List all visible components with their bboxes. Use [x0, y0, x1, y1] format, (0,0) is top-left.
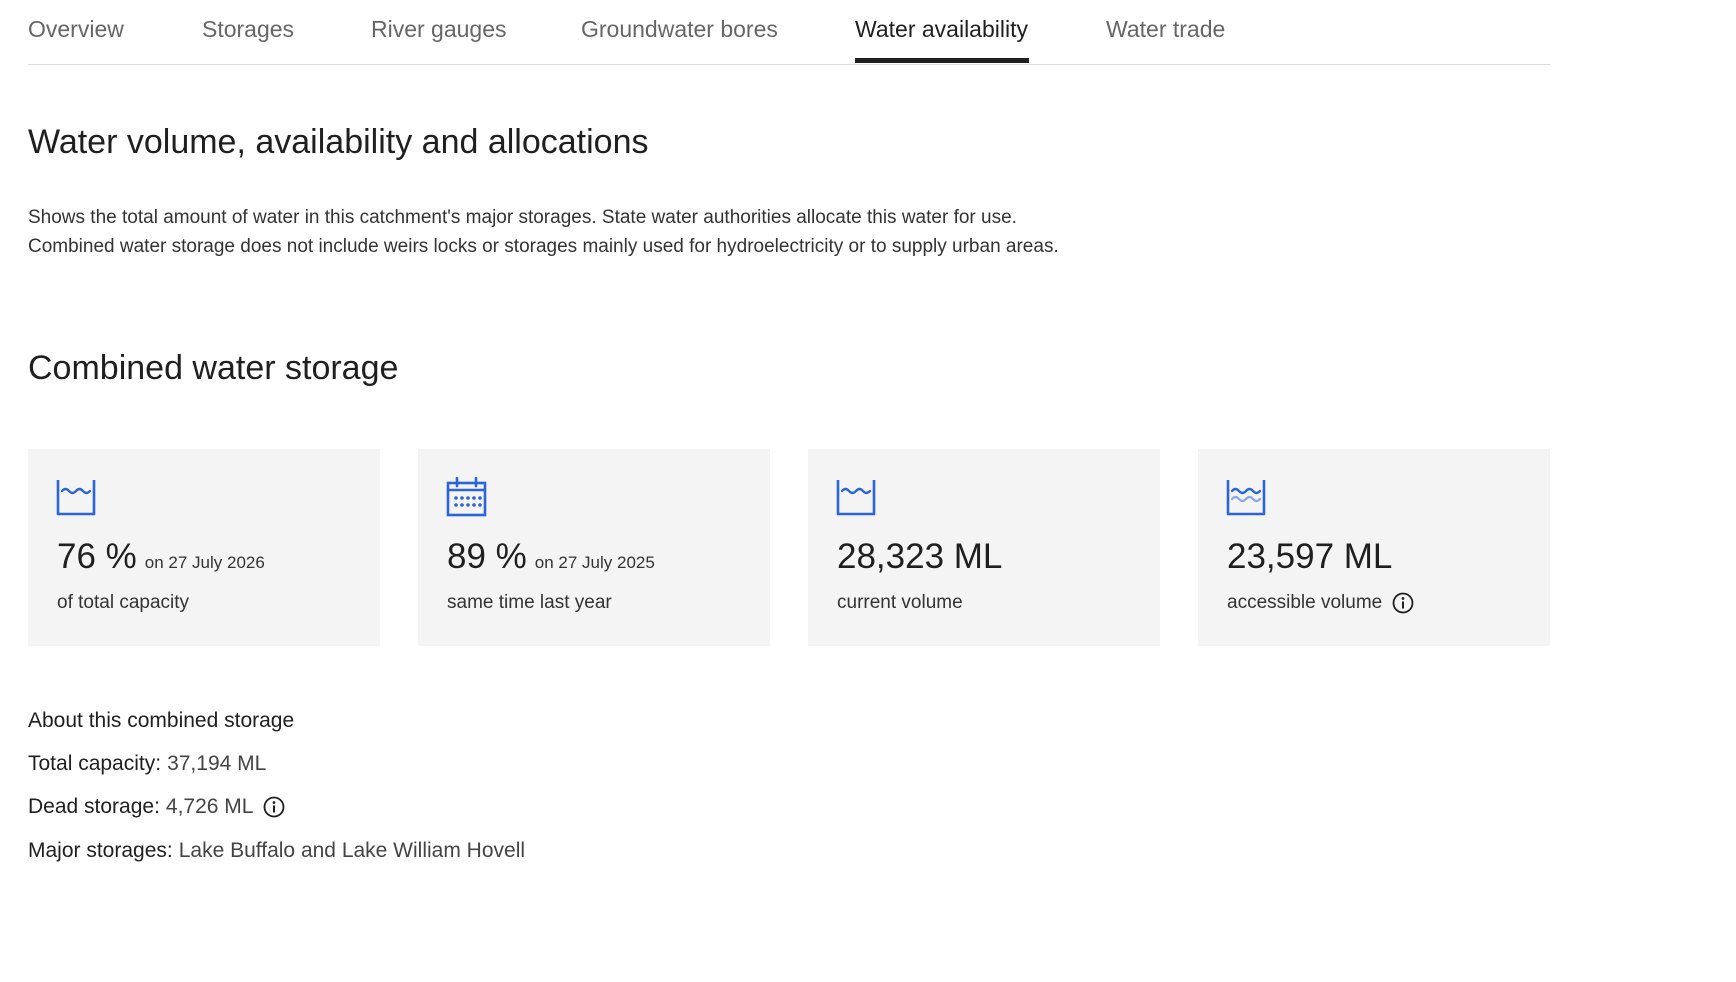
dead-storage-label: Dead storage:	[28, 795, 160, 818]
tab-storages[interactable]: Storages	[202, 16, 294, 43]
major-storages-value: Lake Buffalo and Lake William Hovell	[178, 839, 526, 862]
tab-river-gauges[interactable]: River gauges	[371, 16, 507, 43]
last-year-card: 89 % on 27 July 2025 same time last year	[418, 449, 770, 646]
active-tab-indicator	[855, 58, 1029, 63]
major-storages-row: Major storages: Lake Buffalo and Lake Wi…	[28, 839, 525, 863]
tab-overview[interactable]: Overview	[28, 16, 124, 43]
last-year-caption: same time last year	[447, 592, 612, 613]
water-tank-icon	[56, 480, 96, 516]
major-storages-label: Major storages:	[28, 839, 173, 862]
current-volume-caption: current volume	[837, 592, 963, 613]
capacity-caption: of total capacity	[57, 592, 190, 613]
capacity-value-row: 76 % on 27 July 2026	[57, 537, 265, 577]
tab-groundwater-bores[interactable]: Groundwater bores	[581, 16, 778, 43]
intro-text: Shows the total amount of water in this …	[28, 207, 1059, 257]
capacity-card: 76 % on 27 July 2026 of total capacity	[28, 449, 380, 646]
capacity-percent: 76 %	[57, 537, 137, 576]
page-title: Water volume, availability and allocatio…	[28, 123, 649, 161]
total-capacity-row: Total capacity: 37,194 ML	[28, 752, 266, 776]
info-icon[interactable]	[263, 796, 285, 818]
last-year-date: on 27 July 2025	[534, 553, 655, 572]
tab-water-trade[interactable]: Water trade	[1106, 16, 1225, 43]
about-title: About this combined storage	[28, 709, 295, 732]
dead-storage-value: 4,726 ML	[165, 795, 254, 818]
tab-water-availability[interactable]: Water availability	[855, 16, 1028, 43]
accessible-volume-card: 23,597 ML accessible volume	[1198, 449, 1550, 646]
current-volume-card: 28,323 ML current volume	[808, 449, 1160, 646]
accessible-volume-value-row: 23,597 ML	[1227, 537, 1392, 577]
accessible-volume-value: 23,597 ML	[1227, 537, 1393, 576]
tab-bar: Overview Storages River gauges Groundwat…	[28, 0, 1550, 65]
info-icon[interactable]	[1392, 592, 1414, 614]
current-volume-value: 28,323 ML	[837, 537, 1003, 576]
water-tank-icon	[836, 480, 876, 516]
water-waves-icon	[1226, 480, 1266, 516]
section-title: Combined water storage	[28, 349, 399, 387]
total-capacity-label: Total capacity:	[28, 752, 162, 775]
total-capacity-value: 37,194 ML	[167, 752, 267, 775]
accessible-volume-caption-row: accessible volume	[1227, 592, 1414, 614]
capacity-date: on 27 July 2026	[144, 553, 265, 572]
dead-storage-row: Dead storage: 4,726 ML	[28, 795, 285, 819]
last-year-percent: 89 %	[447, 537, 527, 576]
current-volume-value-row: 28,323 ML	[837, 537, 1002, 577]
accessible-volume-caption: accessible volume	[1227, 592, 1383, 613]
calendar-icon	[446, 477, 487, 517]
last-year-value-row: 89 % on 27 July 2025	[447, 537, 655, 577]
